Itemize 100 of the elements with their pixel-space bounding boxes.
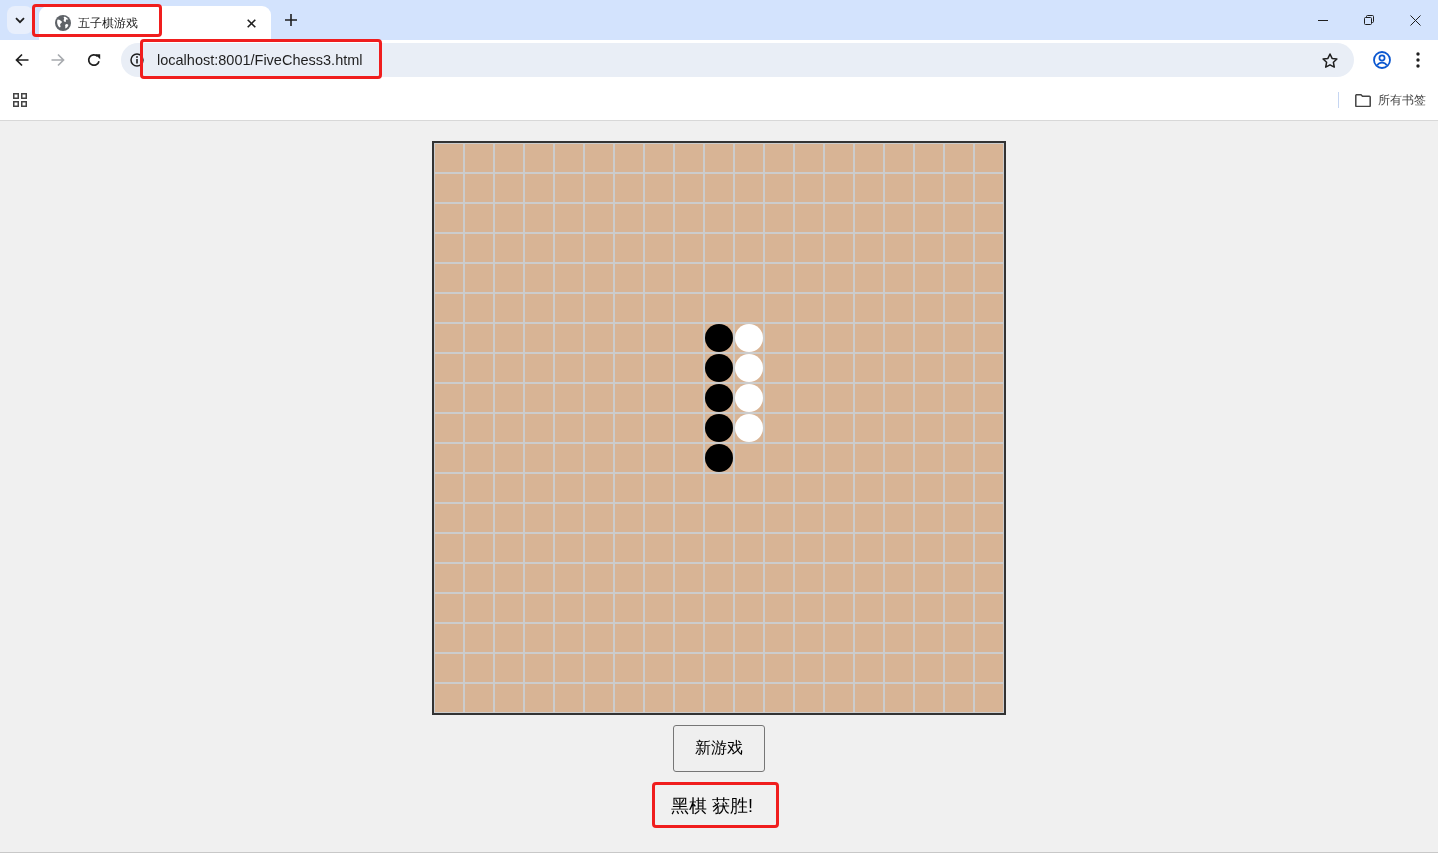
tab-list-button[interactable] [7, 6, 33, 34]
board-cell[interactable] [554, 413, 584, 443]
board-cell[interactable] [494, 623, 524, 653]
board-cell[interactable] [524, 623, 554, 653]
board-cell[interactable] [674, 203, 704, 233]
board-cell[interactable] [944, 233, 974, 263]
board-cell[interactable] [914, 533, 944, 563]
board-cell[interactable] [434, 683, 464, 713]
board-cell[interactable] [704, 263, 734, 293]
board-cell[interactable] [734, 473, 764, 503]
board-cell[interactable] [974, 593, 1004, 623]
board-cell[interactable] [494, 293, 524, 323]
board-cell[interactable] [734, 593, 764, 623]
board-cell[interactable] [854, 263, 884, 293]
board-cell[interactable] [794, 293, 824, 323]
board-cell[interactable] [554, 203, 584, 233]
board-cell[interactable] [524, 563, 554, 593]
board-cell[interactable] [944, 623, 974, 653]
board-cell[interactable] [464, 683, 494, 713]
board-cell[interactable] [764, 623, 794, 653]
board-cell[interactable] [854, 443, 884, 473]
board-cell[interactable] [854, 503, 884, 533]
board-cell[interactable] [554, 623, 584, 653]
board-cell[interactable] [884, 173, 914, 203]
board-cell[interactable] [464, 143, 494, 173]
board-cell[interactable] [584, 473, 614, 503]
board-cell[interactable] [854, 293, 884, 323]
board-cell[interactable] [734, 143, 764, 173]
board-cell[interactable] [914, 173, 944, 203]
board-cell[interactable] [464, 533, 494, 563]
board-cell[interactable] [854, 173, 884, 203]
board-cell[interactable] [824, 563, 854, 593]
board-cell[interactable] [794, 143, 824, 173]
board-cell[interactable] [434, 203, 464, 233]
board-cell[interactable] [944, 143, 974, 173]
board-cell[interactable] [794, 173, 824, 203]
board-cell[interactable] [614, 263, 644, 293]
board-cell[interactable] [914, 683, 944, 713]
board-cell[interactable] [734, 263, 764, 293]
board-cell[interactable] [974, 353, 1004, 383]
board-cell[interactable] [854, 233, 884, 263]
board-cell[interactable] [494, 323, 524, 353]
board-cell[interactable] [974, 203, 1004, 233]
board-cell[interactable] [674, 443, 704, 473]
board-cell[interactable] [704, 383, 734, 413]
board-cell[interactable] [914, 623, 944, 653]
board-cell[interactable] [464, 563, 494, 593]
board-cell[interactable] [764, 443, 794, 473]
board-cell[interactable] [884, 203, 914, 233]
board-cell[interactable] [614, 173, 644, 203]
board-cell[interactable] [764, 473, 794, 503]
board-cell[interactable] [674, 263, 704, 293]
board-cell[interactable] [734, 683, 764, 713]
board-cell[interactable] [914, 143, 944, 173]
board-cell[interactable] [434, 653, 464, 683]
board-cell[interactable] [494, 233, 524, 263]
board-cell[interactable] [794, 233, 824, 263]
board-cell[interactable] [614, 653, 644, 683]
board-cell[interactable] [524, 593, 554, 623]
board-cell[interactable] [644, 623, 674, 653]
board-cell[interactable] [584, 263, 614, 293]
board-cell[interactable] [644, 203, 674, 233]
board-cell[interactable] [824, 383, 854, 413]
board-cell[interactable] [584, 143, 614, 173]
board-cell[interactable] [884, 623, 914, 653]
board-cell[interactable] [434, 263, 464, 293]
board-cell[interactable] [824, 143, 854, 173]
board-cell[interactable] [524, 503, 554, 533]
board-cell[interactable] [434, 533, 464, 563]
board-cell[interactable] [764, 383, 794, 413]
board-cell[interactable] [434, 623, 464, 653]
board-cell[interactable] [824, 263, 854, 293]
board-cell[interactable] [614, 413, 644, 443]
board-cell[interactable] [764, 413, 794, 443]
board-cell[interactable] [944, 503, 974, 533]
board-cell[interactable] [944, 323, 974, 353]
board-cell[interactable] [644, 443, 674, 473]
board-cell[interactable] [884, 413, 914, 443]
board-cell[interactable] [944, 293, 974, 323]
board-cell[interactable] [704, 683, 734, 713]
board-cell[interactable] [644, 653, 674, 683]
board-cell[interactable] [734, 383, 764, 413]
board-cell[interactable] [854, 653, 884, 683]
board-cell[interactable] [764, 143, 794, 173]
board-cell[interactable] [554, 653, 584, 683]
board-cell[interactable] [524, 293, 554, 323]
board-cell[interactable] [584, 503, 614, 533]
board-cell[interactable] [704, 323, 734, 353]
board-cell[interactable] [494, 563, 524, 593]
board-cell[interactable] [704, 563, 734, 593]
board-cell[interactable] [614, 383, 644, 413]
board-cell[interactable] [644, 503, 674, 533]
board-cell[interactable] [974, 323, 1004, 353]
board-cell[interactable] [914, 653, 944, 683]
board-cell[interactable] [824, 413, 854, 443]
board-cell[interactable] [824, 233, 854, 263]
board-cell[interactable] [584, 653, 614, 683]
board-cell[interactable] [764, 263, 794, 293]
board-cell[interactable] [824, 683, 854, 713]
board-cell[interactable] [704, 293, 734, 323]
